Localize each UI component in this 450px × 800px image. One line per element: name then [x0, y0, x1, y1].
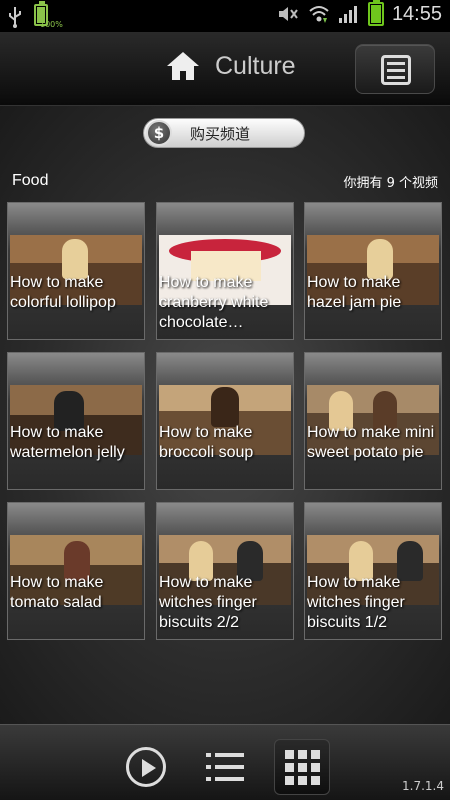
video-card[interactable]: How to make witches finger biscuits 1/2: [304, 502, 442, 640]
home-icon[interactable]: [165, 50, 201, 82]
usb-icon: [9, 6, 21, 28]
video-title: How to make watermelon jelly: [10, 424, 125, 461]
video-card[interactable]: How to make mini sweet potato pie: [304, 352, 442, 490]
signal-icon: [338, 6, 357, 23]
battery-full-icon: [367, 0, 384, 26]
buy-channel-button[interactable]: $ 购买频道: [143, 118, 305, 148]
menu-icon: [381, 55, 411, 85]
app-header: Culture: [0, 32, 450, 106]
video-count: 你拥有 9 个视频: [343, 176, 438, 191]
menu-button[interactable]: [355, 44, 435, 94]
play-icon[interactable]: [126, 747, 166, 787]
video-card[interactable]: How to make witches finger biscuits 2/2: [156, 502, 294, 640]
status-right: 14:55: [276, 0, 442, 26]
video-title: How to make witches finger biscuits 2/2: [159, 574, 257, 631]
list-icon[interactable]: [206, 751, 244, 783]
main-content: $ 购买频道 Food 你拥有 9 个视频 How to make colorf…: [0, 106, 450, 724]
video-title: How to make broccoli soup: [159, 424, 254, 461]
page-title: Culture: [215, 51, 296, 80]
bottom-nav: 1.7.1.4: [0, 724, 450, 800]
video-title: How to make cranberry white chocolate…: [159, 274, 269, 331]
video-title: How to make tomato salad: [10, 574, 104, 611]
video-card[interactable]: How to make cranberry white chocolate…: [156, 202, 294, 340]
mute-icon: [278, 7, 298, 21]
header-title-group[interactable]: Culture: [165, 50, 296, 82]
video-title: How to make mini sweet potato pie: [307, 424, 435, 461]
grid-icon[interactable]: [274, 739, 330, 795]
dollar-coin-icon: $: [146, 120, 172, 146]
status-left: 100%: [8, 1, 63, 29]
clock: 14:55: [391, 2, 442, 25]
wifi-icon: [309, 6, 329, 23]
battery-icon: 100%: [34, 1, 63, 29]
video-title: How to make witches finger biscuits 1/2: [307, 574, 405, 631]
video-card[interactable]: How to make broccoli soup: [156, 352, 294, 490]
app-version: 1.7.1.4: [402, 779, 444, 793]
video-card[interactable]: How to make colorful lollipop: [7, 202, 145, 340]
video-card[interactable]: How to make tomato salad: [7, 502, 145, 640]
section-title: Food: [12, 172, 49, 189]
video-title: How to make hazel jam pie: [307, 274, 402, 311]
video-title: How to make colorful lollipop: [10, 274, 116, 311]
video-card[interactable]: How to make hazel jam pie: [304, 202, 442, 340]
status-bar: 100% 14:55: [0, 0, 450, 32]
video-card[interactable]: How to make watermelon jelly: [7, 352, 145, 490]
buy-channel-label: 购买频道: [190, 125, 251, 143]
